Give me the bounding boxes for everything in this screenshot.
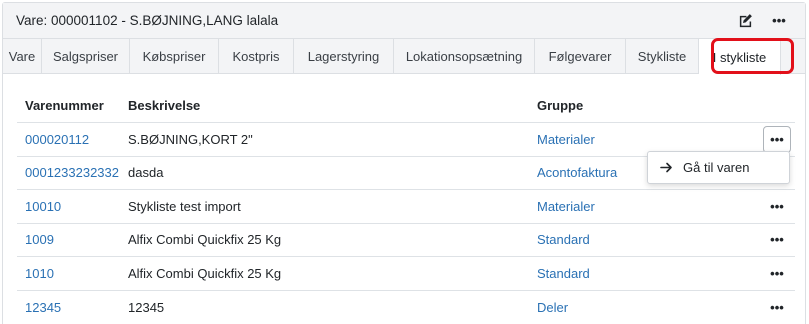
more-horizontal-icon: ••• — [770, 131, 784, 147]
item-description: 12345 — [128, 299, 165, 315]
item-description: Stykliste test import — [128, 198, 241, 214]
table-row: 1010 Alfix Combi Quickfix 25 Kg Standard… — [17, 257, 795, 291]
bom-usage-table: Varenummer Beskrivelse Gruppe 000020112 … — [17, 89, 795, 324]
column-header-group: Gruppe — [537, 98, 584, 113]
edit-button[interactable] — [731, 7, 759, 35]
tab-kobspriser[interactable]: Købspriser — [130, 39, 219, 74]
tab-i-stykliste[interactable]: I stykliste — [699, 39, 781, 75]
page-title: Vare: 000001102 - S.BØJNING,LANG lalala — [16, 13, 279, 28]
tab-salgspriser[interactable]: Salgspriser — [42, 39, 130, 74]
row-actions-button[interactable]: ••• — [763, 125, 791, 153]
edit-icon — [739, 14, 752, 28]
tab-lokationsopsaetning[interactable]: Lokationsopsætning — [394, 39, 535, 74]
item-number-link[interactable]: 1009 — [17, 232, 120, 247]
tab-vare[interactable]: Vare — [3, 39, 42, 74]
more-horizontal-icon: ••• — [772, 13, 786, 28]
item-description: Alfix Combi Quickfix 25 Kg — [128, 232, 282, 248]
menu-item-label: Gå til varen — [683, 160, 750, 175]
item-number-link[interactable]: 12345 — [17, 300, 120, 315]
table-header: Varenummer Beskrivelse Gruppe — [17, 89, 795, 123]
tab-kostpris[interactable]: Kostpris — [219, 39, 294, 74]
item-description: S.BØJNING,KORT 2" — [128, 131, 253, 147]
item-group-link[interactable]: Deler — [529, 300, 759, 315]
card-header: Vare: 000001102 - S.BØJNING,LANG lalala … — [3, 3, 805, 39]
item-number-link[interactable]: 10010 — [17, 199, 120, 214]
row-actions-button[interactable]: ••• — [770, 301, 784, 314]
table-row: 10010 Stykliste test import Materialer •… — [17, 190, 795, 224]
column-header-description: Beskrivelse — [128, 98, 201, 113]
row-actions-menu-item-go-to-item[interactable]: Gå til varen — [647, 151, 790, 184]
more-options-button[interactable]: ••• — [765, 7, 793, 35]
item-description: dasda — [128, 165, 164, 181]
table-row: 12345 12345 Deler ••• — [17, 291, 795, 324]
item-number-link[interactable]: 1010 — [17, 266, 120, 281]
tab-folgevarer[interactable]: Følgevarer — [535, 39, 626, 74]
row-actions-button[interactable]: ••• — [770, 267, 784, 280]
tab-bar: Vare Salgspriser Købspriser Kostpris Lag… — [3, 39, 805, 75]
item-group-link[interactable]: Materialer — [529, 199, 759, 214]
item-number-link[interactable]: 0001233232332 — [17, 165, 120, 180]
row-actions-button[interactable]: ••• — [770, 200, 784, 213]
tab-lagerstyring[interactable]: Lagerstyring — [294, 39, 394, 74]
tab-stykliste[interactable]: Stykliste — [626, 39, 699, 74]
item-group-link[interactable]: Materialer — [529, 132, 759, 147]
table-row: 1009 Alfix Combi Quickfix 25 Kg Standard… — [17, 224, 795, 257]
item-number-link[interactable]: 000020112 — [17, 132, 120, 147]
item-group-link[interactable]: Standard — [529, 232, 759, 247]
column-header-number: Varenummer — [25, 98, 104, 113]
row-actions-button[interactable]: ••• — [770, 233, 784, 246]
item-description: Alfix Combi Quickfix 25 Kg — [128, 265, 282, 281]
item-group-link[interactable]: Standard — [529, 266, 759, 281]
arrow-right-icon — [660, 162, 673, 173]
